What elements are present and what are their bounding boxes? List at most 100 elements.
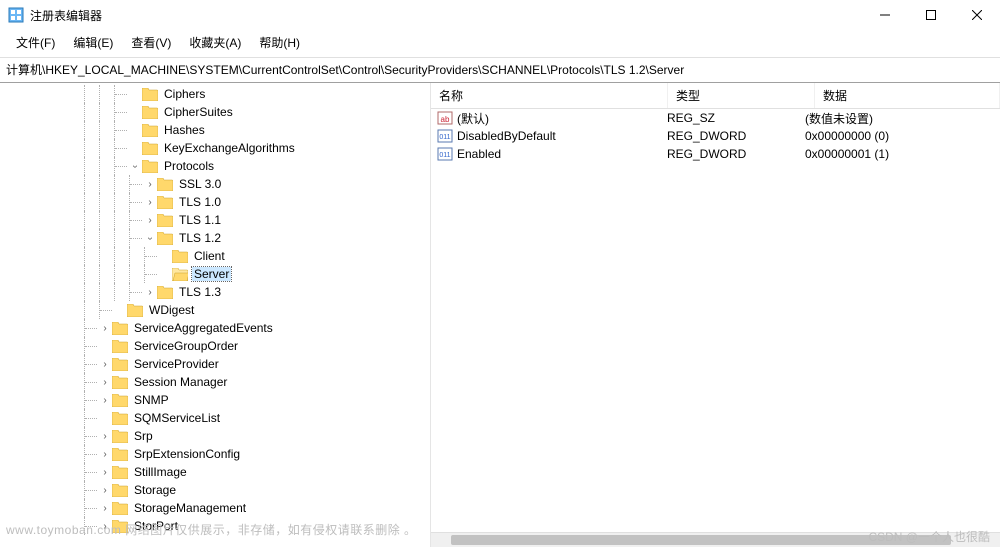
svg-text:011: 011 — [439, 134, 450, 141]
folder-icon — [112, 322, 128, 335]
tree-label: SrpExtensionConfig — [132, 447, 242, 461]
tree-item-storage[interactable]: ›Storage — [0, 481, 430, 499]
menu-file[interactable]: 文件(F) — [12, 32, 59, 53]
tree-item-wdigest[interactable]: WDigest — [0, 301, 430, 319]
tree-item-srp[interactable]: › Srp — [0, 427, 430, 445]
value-data: 0x00000001 (1) — [797, 147, 1000, 161]
tree-item-sp[interactable]: ›ServiceProvider — [0, 355, 430, 373]
tree-item-snmp[interactable]: › SNMP — [0, 391, 430, 409]
minimize-button[interactable] — [862, 0, 908, 30]
tree-label: Protocols — [162, 159, 216, 173]
menu-edit[interactable]: 编辑(E) — [69, 32, 117, 53]
app-icon — [8, 7, 24, 23]
tree-item-kea[interactable]: KeyExchangeAlgorithms — [0, 139, 430, 157]
value-data: (数值未设置) — [797, 110, 1000, 127]
chevron-right-icon[interactable]: › — [99, 377, 111, 388]
window-controls — [862, 0, 1000, 30]
tree-pane[interactable]: Ciphers CipherSuites Hashes KeyExchangeAlgo… — [0, 83, 431, 547]
folder-icon — [112, 448, 128, 461]
folder-icon — [142, 142, 158, 155]
tree-item-tls10[interactable]: › TLS 1.0 — [0, 193, 430, 211]
folder-icon — [172, 268, 188, 281]
tree-label: SNMP — [132, 393, 171, 407]
menu-view[interactable]: 查看(V) — [127, 32, 175, 53]
value-row[interactable]: ab(默认) REG_SZ (数值未设置) — [431, 109, 1000, 127]
column-name[interactable]: 名称 — [431, 83, 668, 108]
title-bar: 注册表编辑器 — [0, 0, 1000, 30]
tree-label: KeyExchangeAlgorithms — [162, 141, 297, 155]
value-name: (默认) — [457, 110, 489, 127]
tree-item-sm[interactable]: ›Session Manager — [0, 373, 430, 391]
tree-label: Client — [192, 249, 227, 263]
address-bar[interactable]: 计算机\HKEY_LOCAL_MACHINE\SYSTEM\CurrentCon… — [0, 57, 1000, 83]
value-type: REG_DWORD — [659, 147, 797, 161]
tree-label: Server — [192, 267, 231, 281]
chevron-right-icon[interactable]: › — [99, 359, 111, 370]
tree-item-still[interactable]: › StillImage — [0, 463, 430, 481]
chevron-right-icon[interactable]: › — [144, 215, 156, 226]
tree-label: StorageManagement — [132, 501, 248, 515]
folder-icon — [157, 196, 173, 209]
column-type[interactable]: 类型 — [668, 83, 815, 108]
menu-favorites[interactable]: 收藏夹(A) — [185, 32, 245, 53]
tree-item-client[interactable]: Client — [0, 247, 430, 265]
chevron-right-icon[interactable]: › — [99, 449, 111, 460]
tree-item-tls11[interactable]: › TLS 1.1 — [0, 211, 430, 229]
folder-icon — [172, 250, 188, 263]
watermark-right: CSDN @一个人也很酷 — [868, 528, 990, 545]
tree-label: StillImage — [132, 465, 189, 479]
tree-item-protocols[interactable]: › Protocols — [0, 157, 430, 175]
chevron-right-icon[interactable]: › — [99, 431, 111, 442]
value-row[interactable]: 011Enabled REG_DWORD 0x00000001 (1) — [431, 145, 1000, 163]
tree-item-tls12[interactable]: › TLS 1.2 — [0, 229, 430, 247]
tree-label: Ciphers — [162, 87, 207, 101]
binary-value-icon: 011 — [437, 128, 453, 144]
value-row[interactable]: 011DisabledByDefault REG_DWORD 0x0000000… — [431, 127, 1000, 145]
chevron-right-icon[interactable]: › — [99, 323, 111, 334]
list-pane[interactable]: 名称 类型 数据 ab(默认) REG_SZ (数值未设置) 011 Disabl… — [431, 83, 1000, 547]
chevron-right-icon[interactable]: › — [144, 197, 156, 208]
tree-item-tls13[interactable]: ›TLS 1.3 — [0, 283, 430, 301]
tree-label: CipherSuites — [162, 105, 235, 119]
tree-item-ssl30[interactable]: ›SSL 3.0 — [0, 175, 430, 193]
tree-label: TLS 1.2 — [177, 231, 223, 245]
folder-icon — [157, 214, 173, 227]
chevron-right-icon[interactable]: › — [144, 287, 156, 298]
chevron-right-icon[interactable]: › — [99, 395, 111, 406]
watermark-left: www.toymoban.com 网络图片仅供展示，非存储，如有侵权请联系删除 … — [6, 521, 417, 538]
chevron-down-icon[interactable]: › — [145, 232, 156, 244]
menu-help[interactable]: 帮助(H) — [255, 32, 304, 53]
tree-item-sgo[interactable]: ServiceGroupOrder — [0, 337, 430, 355]
chevron-down-icon[interactable]: › — [130, 160, 141, 172]
tree-item-ciphersuites[interactable]: CipherSuites — [0, 103, 430, 121]
folder-icon — [112, 502, 128, 515]
chevron-right-icon[interactable]: › — [99, 485, 111, 496]
column-data[interactable]: 数据 — [815, 83, 1000, 108]
tree-label: TLS 1.0 — [177, 195, 223, 209]
tree-item-server[interactable]: Server — [0, 265, 430, 283]
folder-icon — [112, 484, 128, 497]
tree-item-hashes[interactable]: Hashes — [0, 121, 430, 139]
tree-item-stm[interactable]: › StorageManagement — [0, 499, 430, 517]
value-data: 0x00000000 (0) — [797, 129, 1000, 143]
tree-label: TLS 1.1 — [177, 213, 223, 227]
value-name: DisabledByDefault — [457, 129, 556, 143]
chevron-right-icon[interactable]: › — [144, 179, 156, 190]
tree-label: WDigest — [147, 303, 196, 317]
tree-item-ciphers[interactable]: Ciphers — [0, 85, 430, 103]
tree-label: Srp — [132, 429, 155, 443]
chevron-right-icon[interactable]: › — [99, 467, 111, 478]
folder-icon — [112, 358, 128, 371]
folder-icon — [127, 304, 143, 317]
maximize-button[interactable] — [908, 0, 954, 30]
tree-item-sae[interactable]: ›ServiceAggregatedEvents — [0, 319, 430, 337]
folder-icon — [112, 466, 128, 479]
folder-icon — [142, 160, 158, 173]
tree-label: Hashes — [162, 123, 207, 137]
tree-item-sec[interactable]: › SrpExtensionConfig — [0, 445, 430, 463]
folder-icon — [112, 430, 128, 443]
list-header: 名称 类型 数据 — [431, 83, 1000, 109]
chevron-right-icon[interactable]: › — [99, 503, 111, 514]
tree-item-sqm[interactable]: SQMServiceList — [0, 409, 430, 427]
close-button[interactable] — [954, 0, 1000, 30]
